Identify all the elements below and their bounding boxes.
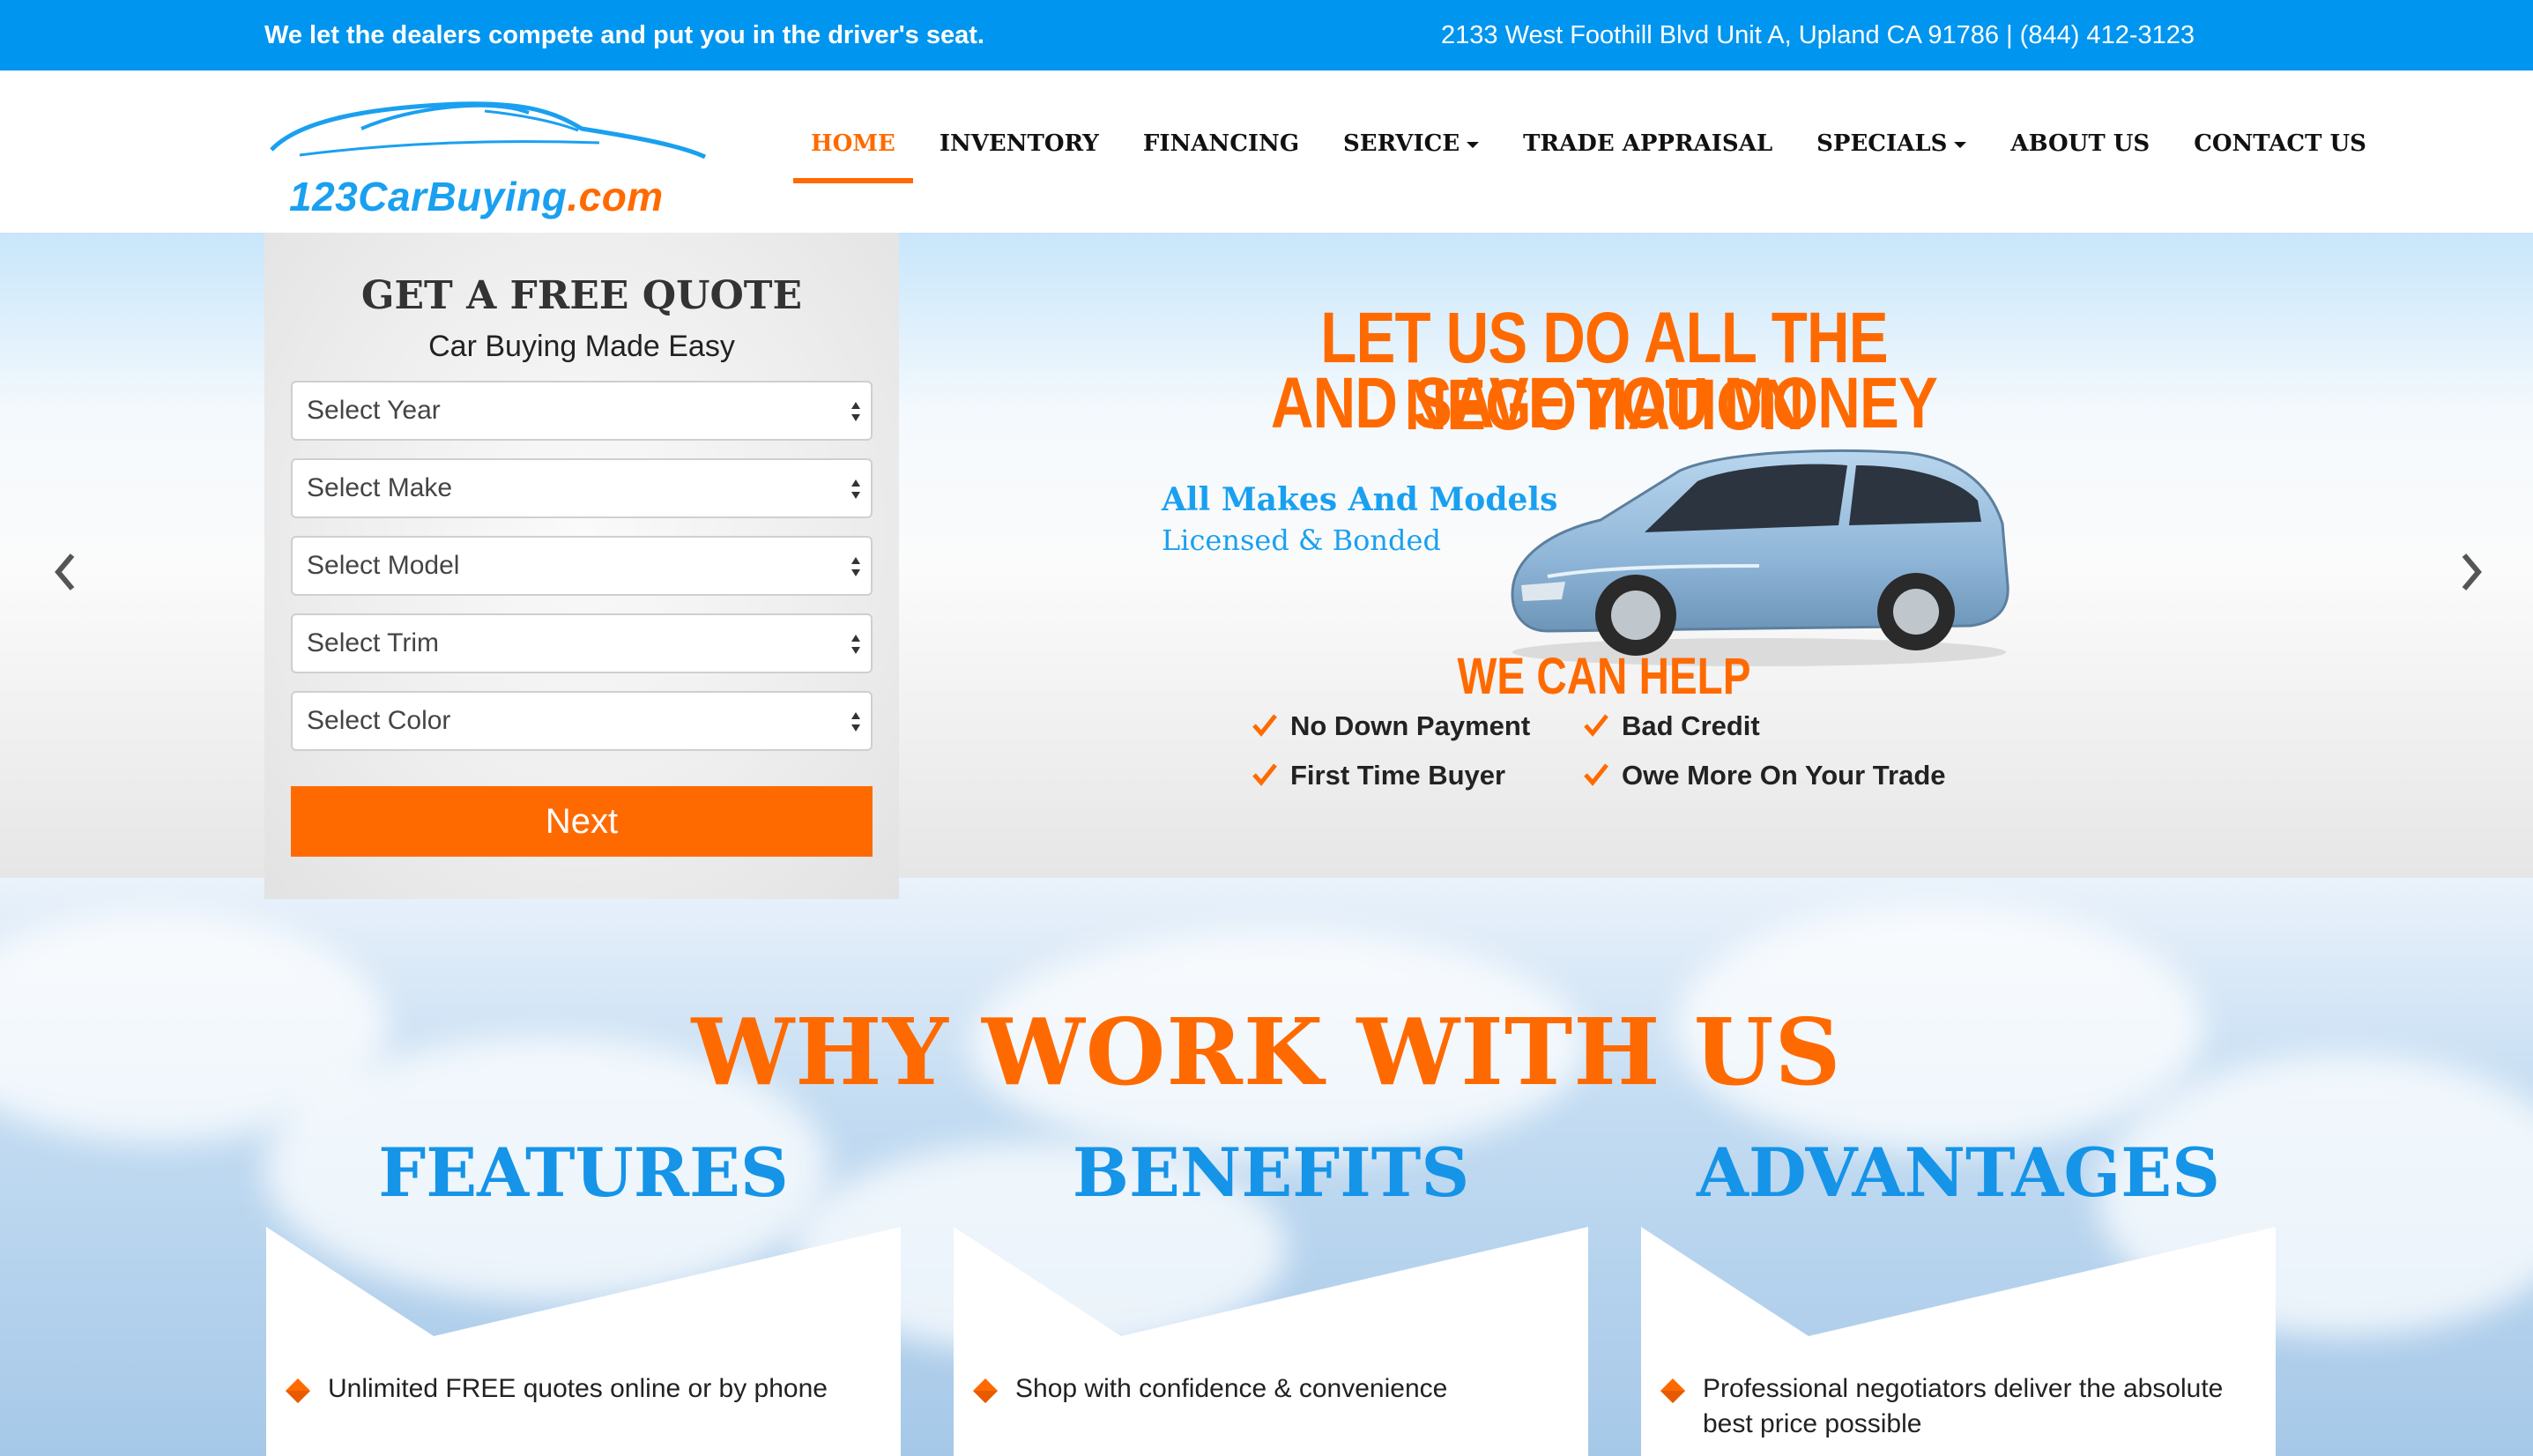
site-logo[interactable]: 123CarBuying.com bbox=[264, 93, 714, 217]
quote-form: GET A FREE QUOTE Car Buying Made Easy Se… bbox=[264, 233, 899, 899]
check-icon bbox=[1252, 714, 1277, 737]
next-button[interactable]: Next bbox=[291, 786, 873, 857]
check-icon bbox=[1584, 763, 1608, 786]
hero-carousel: GET A FREE QUOTE Car Buying Made Easy Se… bbox=[0, 233, 2533, 899]
tagline: We let the dealers compete and put you i… bbox=[264, 21, 984, 49]
updown-icon bbox=[851, 479, 860, 499]
car-image bbox=[1511, 449, 2009, 666]
select-trim[interactable]: Select Trim bbox=[291, 613, 873, 673]
promo-bonded: Licensed & Bonded bbox=[1162, 524, 1441, 557]
benefits-title: BENEFITS bbox=[1072, 1133, 1470, 1212]
select-model[interactable]: Select Model bbox=[291, 536, 873, 596]
features-card: Unlimited FREE quotes online or by phone bbox=[266, 1227, 901, 1456]
nav-financing[interactable]: FINANCING bbox=[1125, 125, 1317, 196]
car-outline-icon bbox=[270, 101, 707, 160]
nav-service[interactable]: SERVICE bbox=[1326, 125, 1497, 196]
nav-specials[interactable]: SPECIALS bbox=[1799, 125, 1984, 196]
top-bar: We let the dealers compete and put you i… bbox=[0, 0, 2533, 71]
main-nav: HOME INVENTORY FINANCING SERVICE TRADE A… bbox=[793, 125, 2393, 196]
nav-about-us[interactable]: ABOUT US bbox=[1993, 125, 2167, 196]
check-icon bbox=[1252, 763, 1277, 786]
select-year[interactable]: Select Year bbox=[291, 381, 873, 441]
features-title: FEATURES bbox=[378, 1133, 789, 1212]
caret-down-icon bbox=[1954, 141, 1967, 148]
advantages-title: ADVANTAGES bbox=[1696, 1133, 2221, 1212]
updown-icon bbox=[851, 402, 860, 421]
carousel-next-button[interactable] bbox=[2459, 550, 2485, 594]
why-section: WHY WORK WITH US FEATURES BENEFITS ADVAN… bbox=[0, 878, 2533, 1456]
carousel-prev-button[interactable] bbox=[51, 550, 78, 594]
updown-icon bbox=[851, 557, 860, 576]
promo-help: WE CAN HELP bbox=[1457, 648, 1751, 705]
caret-down-icon bbox=[1467, 141, 1480, 148]
nav-contact-us[interactable]: CONTACT US bbox=[2176, 125, 2384, 196]
card-background bbox=[266, 1227, 901, 1456]
updown-icon bbox=[851, 712, 860, 732]
nav-inventory[interactable]: INVENTORY bbox=[922, 125, 1117, 196]
quote-title: GET A FREE QUOTE bbox=[360, 273, 803, 318]
select-color[interactable]: Select Color bbox=[291, 691, 873, 751]
updown-icon bbox=[851, 635, 860, 654]
benefits-card: Shop with confidence & convenience bbox=[954, 1227, 1588, 1456]
card-background bbox=[954, 1227, 1588, 1456]
nav-home[interactable]: HOME bbox=[793, 125, 913, 196]
diamond-icon bbox=[286, 1378, 310, 1403]
logo-text: 123CarBuying.com bbox=[289, 174, 664, 219]
chevron-right-icon bbox=[2462, 553, 2482, 591]
benefits-checklist: No Down Payment Bad Credit First Time Bu… bbox=[1252, 709, 2045, 814]
nav-trade-appraisal[interactable]: TRADE APPRAISAL bbox=[1505, 125, 1790, 196]
advantages-card: Professional negotiators deliver the abs… bbox=[1641, 1227, 2276, 1456]
contact-info[interactable]: 2133 West Foothill Blvd Unit A, Upland C… bbox=[1441, 0, 2195, 71]
diamond-icon bbox=[973, 1378, 998, 1403]
quote-subtitle: Car Buying Made Easy bbox=[428, 330, 735, 363]
diamond-icon bbox=[1660, 1378, 1685, 1403]
chevron-left-icon bbox=[55, 553, 75, 591]
site-header: 123CarBuying.com HOME INVENTORY FINANCIN… bbox=[0, 71, 2533, 233]
why-title: WHY WORK WITH US bbox=[691, 998, 1842, 1106]
check-icon bbox=[1584, 714, 1608, 737]
select-make[interactable]: Select Make bbox=[291, 458, 873, 518]
